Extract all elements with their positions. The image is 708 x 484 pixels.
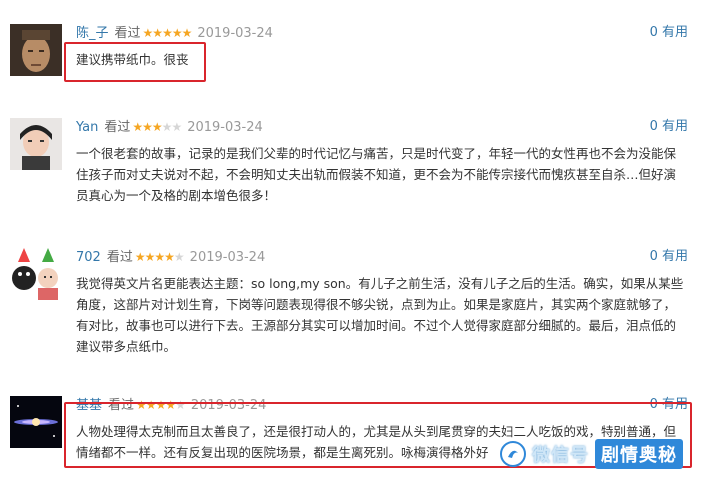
- avatar[interactable]: [10, 396, 62, 448]
- review-meta: Yan 看过 ★★★★★ 2019-03-24: [76, 118, 263, 136]
- star-empty-icon: ★: [161, 120, 173, 134]
- avatar[interactable]: [10, 118, 62, 170]
- star-filled-icon: ★: [154, 250, 165, 264]
- useful-button[interactable]: 0 有用: [650, 118, 688, 136]
- review-date: 2019-03-24: [197, 26, 273, 41]
- star-filled-icon: ★: [132, 120, 143, 134]
- star-filled-icon: ★: [151, 120, 163, 134]
- review-content: 我觉得英文片名更能表达主题：so long,my son。有儿子之前生活，没有儿…: [76, 276, 684, 354]
- username-link[interactable]: 陈_子: [76, 26, 109, 41]
- star-filled-icon: ★: [142, 26, 154, 40]
- useful-count: 0: [649, 249, 658, 264]
- rating-stars: ★★★★★: [134, 250, 185, 264]
- useful-label: 有用: [661, 249, 688, 264]
- watermark-label: 微信号: [532, 445, 589, 466]
- star-filled-icon: ★: [152, 26, 163, 40]
- wechat-icon: [500, 441, 526, 467]
- rating-stars: ★★★★★: [132, 120, 182, 134]
- star-filled-icon: ★: [164, 250, 175, 264]
- star-empty-icon: ★: [171, 120, 182, 134]
- star-filled-icon: ★: [171, 26, 183, 40]
- star-filled-icon: ★: [144, 250, 156, 264]
- star-filled-icon: ★: [162, 26, 173, 40]
- star-filled-icon: ★: [134, 250, 146, 264]
- review-meta: 陈_子 看过 ★★★★★ 2019-03-24: [76, 24, 273, 42]
- avatar[interactable]: [10, 248, 62, 300]
- review-date: 2019-03-24: [189, 250, 266, 265]
- useful-label: 有用: [661, 25, 688, 40]
- watched-label: 看过: [114, 26, 141, 41]
- star-filled-icon: ★: [181, 26, 193, 40]
- useful-button[interactable]: 0 有用: [650, 24, 688, 42]
- review-date: 2019-03-24: [187, 120, 263, 135]
- avatar[interactable]: [10, 24, 62, 76]
- username-link[interactable]: 702: [76, 250, 101, 265]
- highlight-box: [64, 42, 206, 82]
- star-filled-icon: ★: [142, 120, 153, 134]
- useful-count: 0: [649, 119, 658, 134]
- review-content: 一个很老套的故事，记录的是我们父辈的时代记忆与痛苦，只是时代变了，年轻一代的女性…: [76, 146, 677, 203]
- watched-label: 看过: [106, 250, 133, 265]
- review-meta: 702 看过 ★★★★★ 2019-03-24: [76, 248, 265, 266]
- useful-button[interactable]: 0 有用: [650, 248, 688, 266]
- watermark-brand: 剧情奥秘: [595, 439, 683, 469]
- star-empty-icon: ★: [173, 250, 185, 264]
- rating-stars: ★★★★★: [142, 26, 193, 40]
- useful-label: 有用: [661, 119, 688, 134]
- watermark: 微信号 剧情奥秘: [500, 436, 683, 472]
- watched-label: 看过: [104, 120, 131, 135]
- useful-count: 0: [649, 25, 658, 40]
- username-link[interactable]: Yan: [76, 120, 98, 135]
